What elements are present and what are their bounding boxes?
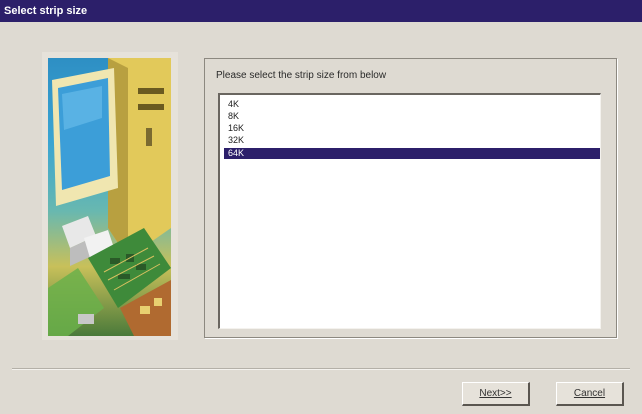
list-item[interactable]: 8K	[224, 111, 600, 122]
illustration-panel	[42, 52, 178, 340]
select-strip-size-dialog: Select strip size Please select the stri…	[0, 0, 642, 414]
button-separator	[12, 368, 630, 370]
strip-size-listbox[interactable]: 4K 8K 16K 32K 64K	[218, 93, 601, 329]
list-item[interactable]: 4K	[224, 99, 600, 110]
cancel-button[interactable]: Cancel	[556, 382, 624, 406]
next-button[interactable]: Next>>	[462, 382, 530, 406]
list-item[interactable]: 16K	[224, 123, 600, 134]
list-item-selected[interactable]: 64K	[224, 148, 600, 159]
strip-size-prompt: Please select the strip size from below	[216, 70, 387, 81]
dialog-title: Select strip size	[0, 0, 642, 22]
list-item[interactable]: 32K	[224, 135, 600, 146]
computer-illustration	[48, 58, 171, 336]
